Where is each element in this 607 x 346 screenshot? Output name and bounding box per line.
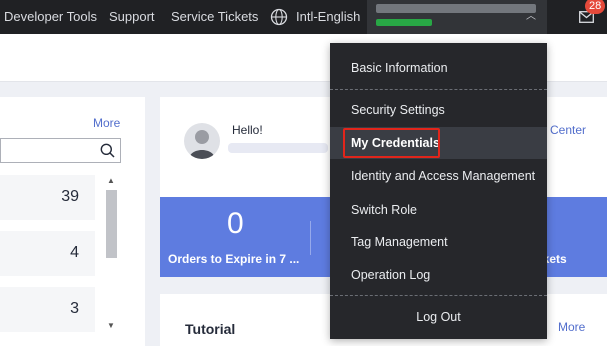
nav-service-tickets[interactable]: Service Tickets [171, 0, 258, 34]
username-redacted [228, 143, 328, 153]
menu-separator [330, 295, 547, 296]
list-item[interactable]: 4 [0, 231, 95, 276]
highlight-annotation-box [343, 128, 440, 158]
item-count: 4 [70, 244, 79, 261]
menu-item-log-out[interactable]: Log Out [330, 301, 547, 333]
left-panel: More 39 4 3 ▲ ▼ [0, 97, 145, 346]
scroll-up-arrow-icon[interactable]: ▲ [107, 176, 115, 185]
search-icon[interactable] [100, 143, 115, 158]
top-nav: Developer Tools Support Service Tickets … [0, 0, 607, 34]
account-name-redacted [376, 4, 536, 13]
menu-item-switch-role[interactable]: Switch Role [330, 194, 547, 226]
menu-item-operation-log[interactable]: Operation Log [330, 259, 547, 291]
globe-icon[interactable] [270, 8, 288, 26]
center-link[interactable]: Center [550, 123, 586, 137]
mail-count-badge: 28 [585, 0, 606, 14]
scroll-down-arrow-icon[interactable]: ▼ [107, 321, 115, 330]
menu-separator [330, 89, 547, 90]
menu-item-identity-access-management[interactable]: Identity and Access Management [330, 160, 547, 192]
divider [310, 221, 311, 255]
menu-item-security-settings[interactable]: Security Settings [330, 94, 547, 126]
list-item[interactable]: 39 [0, 175, 95, 220]
search-input[interactable] [0, 138, 121, 163]
chevron-up-icon: ︿ [526, 11, 536, 22]
item-count: 3 [70, 300, 79, 317]
tutorial-title: Tutorial [185, 321, 236, 337]
more-link[interactable]: More [93, 116, 120, 130]
scrollbar[interactable]: ▲ ▼ [104, 173, 118, 333]
account-menu-trigger[interactable]: ︿ [367, 0, 547, 34]
nav-developer-tools[interactable]: Developer Tools [4, 0, 97, 34]
scrollbar-thumb[interactable] [106, 190, 117, 258]
orders-count[interactable]: 0 [227, 207, 244, 241]
orders-expire-label[interactable]: Orders to Expire in 7 ... [168, 252, 299, 266]
menu-item-basic-information[interactable]: Basic Information [330, 52, 547, 84]
language-selector[interactable]: Intl-English [296, 0, 360, 34]
avatar [184, 123, 220, 159]
item-count: 39 [61, 188, 79, 205]
account-id-redacted [376, 19, 432, 26]
tutorial-more-link[interactable]: More [558, 320, 585, 334]
list-item[interactable]: 3 [0, 287, 95, 332]
greeting-text: Hello! [232, 123, 263, 137]
account-dropdown-menu: Basic Information Security Settings My C… [330, 43, 547, 339]
nav-support[interactable]: Support [109, 0, 155, 34]
user-avatar-icon [189, 130, 215, 159]
menu-item-tag-management[interactable]: Tag Management [330, 226, 547, 258]
